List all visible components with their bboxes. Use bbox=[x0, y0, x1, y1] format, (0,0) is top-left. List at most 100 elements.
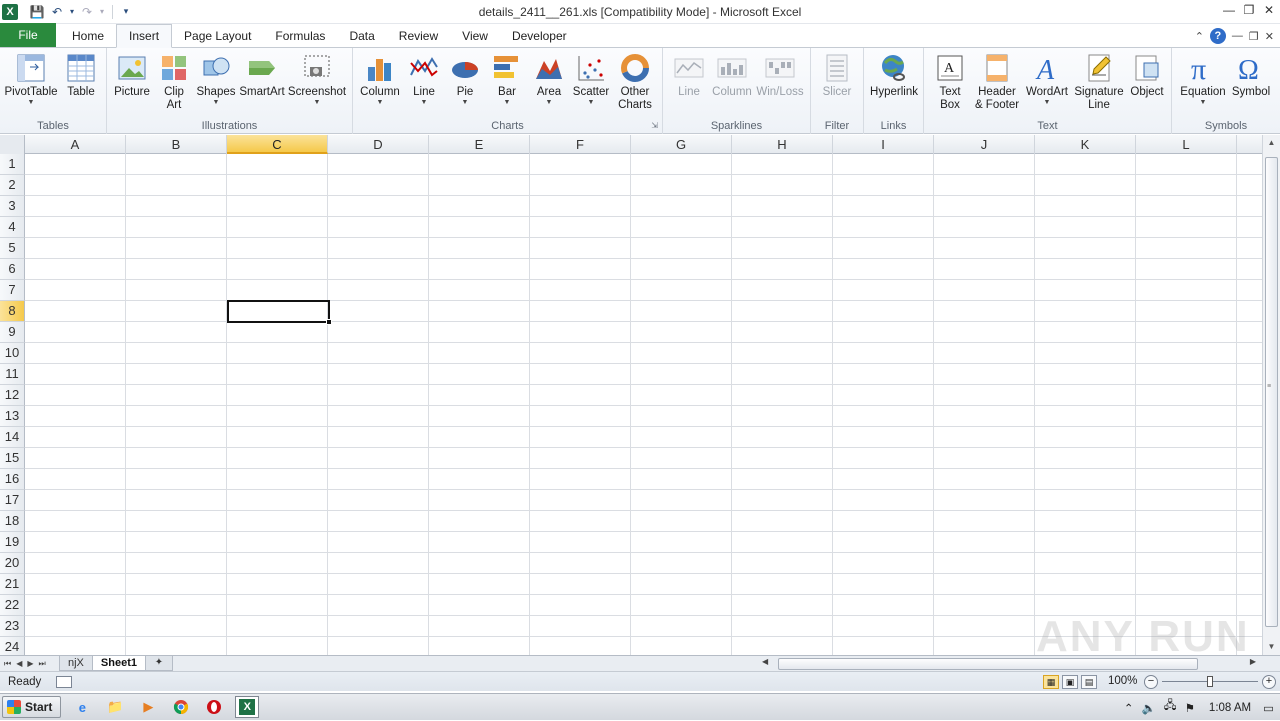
scroll-up-icon[interactable]: ▲ bbox=[1263, 135, 1280, 151]
signature-line-button[interactable]: Signature Line bbox=[1074, 52, 1124, 116]
sparkline-column-button[interactable]: Column bbox=[707, 52, 757, 116]
sparkline-winloss-button[interactable]: Win/Loss bbox=[755, 52, 805, 116]
shapes-button[interactable]: Shapes ▼ bbox=[191, 52, 241, 116]
row-header-16[interactable]: 16 bbox=[0, 469, 25, 490]
zoom-out-icon[interactable]: − bbox=[1144, 675, 1158, 689]
zoom-knob[interactable] bbox=[1207, 676, 1213, 687]
row-header-7[interactable]: 7 bbox=[0, 280, 25, 301]
internet-explorer-icon[interactable]: e bbox=[70, 696, 94, 718]
doc-restore-icon[interactable]: ❐ bbox=[1249, 30, 1259, 43]
tab-developer[interactable]: Developer bbox=[500, 25, 579, 47]
zoom-in-icon[interactable]: + bbox=[1262, 675, 1276, 689]
worksheet-grid[interactable]: ABCDEFGHIJKL 1 2 3 4 5 6 7 8 9 10 11 12 13 14 15 16 17 18… bbox=[0, 135, 1262, 655]
tab-file[interactable]: File bbox=[0, 23, 56, 47]
scatter-chart-button[interactable]: Scatter ▼ bbox=[566, 52, 616, 116]
table-button[interactable]: Table bbox=[56, 52, 106, 116]
header-footer-button[interactable]: Header & Footer bbox=[972, 52, 1022, 116]
undo-icon[interactable]: ↶ bbox=[48, 3, 66, 21]
wordart-button[interactable]: A WordArt ▼ bbox=[1022, 52, 1072, 116]
row-header-12[interactable]: 12 bbox=[0, 385, 25, 406]
page-layout-view-icon[interactable]: ▣ bbox=[1062, 675, 1078, 689]
hyperlink-button[interactable]: Hyperlink bbox=[869, 52, 919, 116]
row-header-6[interactable]: 6 bbox=[0, 259, 25, 280]
other-charts-button[interactable]: Other Charts bbox=[610, 52, 660, 116]
network-icon[interactable]: 🖧 bbox=[1164, 698, 1177, 717]
tab-formulas[interactable]: Formulas bbox=[263, 25, 337, 47]
tab-data[interactable]: Data bbox=[337, 25, 386, 47]
row-header-20[interactable]: 20 bbox=[0, 553, 25, 574]
column-header-a[interactable]: A bbox=[25, 135, 126, 154]
macro-record-icon[interactable] bbox=[56, 675, 72, 688]
column-header-j[interactable]: J bbox=[934, 135, 1035, 154]
scroll-down-icon[interactable]: ▼ bbox=[1263, 639, 1280, 655]
column-header-e[interactable]: E bbox=[429, 135, 530, 154]
excel-taskbar-icon[interactable]: X bbox=[235, 696, 260, 718]
action-center-flag-icon[interactable]: ⚑ bbox=[1185, 701, 1195, 715]
row-header-11[interactable]: 11 bbox=[0, 364, 25, 385]
row-header-15[interactable]: 15 bbox=[0, 448, 25, 469]
first-sheet-icon[interactable]: ⏮ bbox=[4, 659, 11, 669]
doc-close-icon[interactable]: ✕ bbox=[1265, 30, 1274, 43]
column-header-d[interactable]: D bbox=[328, 135, 429, 154]
clock[interactable]: 1:08 AM bbox=[1209, 702, 1251, 714]
column-header-g[interactable]: G bbox=[631, 135, 732, 154]
row-header-3[interactable]: 3 bbox=[0, 196, 25, 217]
page-break-view-icon[interactable]: ▤ bbox=[1081, 675, 1097, 689]
symbol-button[interactable]: Ω Symbol bbox=[1226, 52, 1276, 116]
fill-handle[interactable] bbox=[326, 319, 332, 325]
column-header-c[interactable]: C bbox=[227, 135, 328, 154]
close-icon[interactable]: ✕ bbox=[1260, 2, 1278, 18]
excel-app-icon[interactable]: X bbox=[2, 3, 18, 20]
row-header-9[interactable]: 9 bbox=[0, 322, 25, 343]
active-cell-c8[interactable] bbox=[227, 300, 332, 325]
row-header-14[interactable]: 14 bbox=[0, 427, 25, 448]
redo-icon[interactable]: ↷ bbox=[78, 3, 96, 21]
zoom-slider[interactable]: − + bbox=[1144, 675, 1276, 689]
tab-home[interactable]: Home bbox=[60, 25, 116, 47]
horizontal-scroll-thumb[interactable] bbox=[778, 658, 1198, 670]
slicer-button[interactable]: Slicer bbox=[812, 52, 862, 116]
row-header-19[interactable]: 19 bbox=[0, 532, 25, 553]
show-hidden-icons-icon[interactable]: ⌃ bbox=[1124, 701, 1134, 715]
smartart-button[interactable]: SmartArt bbox=[237, 52, 287, 116]
prev-sheet-icon[interactable]: ◀ bbox=[16, 659, 22, 669]
row-header-21[interactable]: 21 bbox=[0, 574, 25, 595]
tab-view[interactable]: View bbox=[450, 25, 500, 47]
column-header-f[interactable]: F bbox=[530, 135, 631, 154]
volume-icon[interactable]: 🔈 bbox=[1141, 701, 1155, 715]
column-header-i[interactable]: I bbox=[833, 135, 934, 154]
pivottable-button[interactable]: PivotTable ▼ bbox=[4, 52, 58, 116]
normal-view-icon[interactable]: ▦ bbox=[1043, 675, 1059, 689]
scroll-left-icon[interactable]: ◀ bbox=[762, 657, 768, 666]
text-box-button[interactable]: A Text Box bbox=[925, 52, 975, 116]
row-header-8[interactable]: 8 bbox=[0, 301, 25, 322]
tab-page-layout[interactable]: Page Layout bbox=[172, 25, 263, 47]
select-all-corner[interactable] bbox=[0, 135, 25, 154]
help-icon[interactable]: ? bbox=[1209, 28, 1226, 44]
zoom-level[interactable]: 100% bbox=[1108, 675, 1137, 687]
next-sheet-icon[interactable]: ▶ bbox=[27, 659, 33, 669]
sheet-tab-njx[interactable]: njX bbox=[59, 656, 93, 671]
column-header-h[interactable]: H bbox=[732, 135, 833, 154]
row-header-24[interactable]: 24 bbox=[0, 637, 25, 655]
screenshot-button[interactable]: Screenshot ▼ bbox=[288, 52, 346, 116]
redo-dropdown-icon[interactable]: ▾ bbox=[98, 3, 106, 21]
row-header-23[interactable]: 23 bbox=[0, 616, 25, 637]
vertical-scrollbar[interactable]: ▲ ≡ ▼ bbox=[1262, 135, 1280, 655]
tab-review[interactable]: Review bbox=[387, 25, 450, 47]
show-desktop-icon[interactable]: ▭ bbox=[1263, 701, 1274, 715]
media-player-icon[interactable]: ▶ bbox=[136, 696, 160, 718]
row-header-17[interactable]: 17 bbox=[0, 490, 25, 511]
chrome-icon[interactable] bbox=[169, 696, 193, 718]
minimize-icon[interactable]: — bbox=[1220, 2, 1238, 18]
insert-sheet-icon[interactable]: ✦ bbox=[144, 656, 173, 671]
last-sheet-icon[interactable]: ⏭ bbox=[39, 659, 46, 669]
row-header-13[interactable]: 13 bbox=[0, 406, 25, 427]
column-chart-button[interactable]: Column ▼ bbox=[355, 52, 405, 116]
horizontal-scrollbar[interactable]: ◀ ▶ bbox=[756, 657, 1256, 671]
row-header-4[interactable]: 4 bbox=[0, 217, 25, 238]
equation-button[interactable]: π Equation ▼ bbox=[1178, 52, 1228, 116]
row-header-10[interactable]: 10 bbox=[0, 343, 25, 364]
column-header-l[interactable]: L bbox=[1136, 135, 1237, 154]
column-header-b[interactable]: B bbox=[126, 135, 227, 154]
